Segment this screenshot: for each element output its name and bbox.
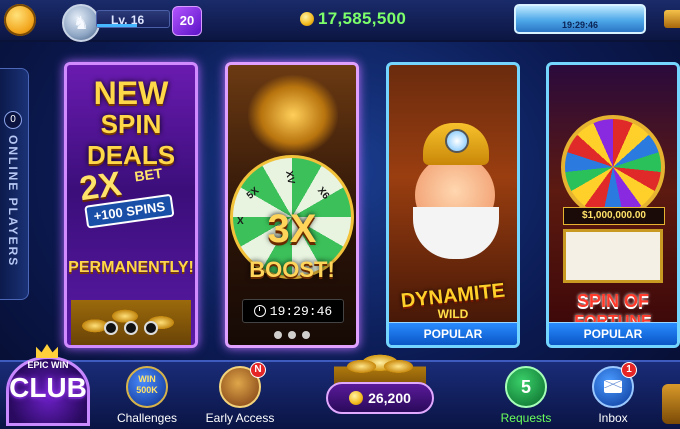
envelope-icon [604,380,622,393]
requests-icon: 5 [505,366,547,408]
online-players-tab[interactable]: 0 ONLINE PLAYERS [0,68,29,300]
online-players-label: ONLINE PLAYERS [6,135,20,268]
tile-dynamite-wild[interactable]: DYNAMITE WILD POPULAR [386,62,520,348]
challenges-button[interactable]: WIN 500K Challenges [107,366,187,426]
carousel-dots [228,331,356,339]
early-access-label: Early Access [205,411,275,425]
carousel-dots [67,321,195,335]
jackpot-amount: $1,000,000.00 [563,207,665,225]
game-logo-sub: WILD [437,307,469,321]
wheel-label: 5X [244,185,262,202]
collect-amount: 26,200 [368,390,411,406]
tile-spin-deals[interactable]: NEW SPIN DEALS 2X BET +100 SPINS PERMANE… [64,62,198,348]
crown-icon [36,344,58,358]
more-menu-tab[interactable] [662,384,680,424]
carousel-dot[interactable] [302,331,310,339]
online-count: 0 [4,111,22,129]
boost-timer: 19:29:46 [242,299,344,323]
golden-statue-icon [248,75,338,155]
level-indicator[interactable]: Lv. 16 [96,10,170,28]
bonus-timer-button[interactable]: 19:29:46 [514,4,646,34]
gold-coins-pile-icon [71,281,191,345]
challenges-icon-text: WIN 500K [136,374,158,395]
gem-counter[interactable]: 20 [172,6,202,36]
carousel-dot[interactable] [144,321,158,335]
tile-boost[interactable]: 5X XV X6 X 3X BOOST! 19:29:46 [225,62,359,348]
game-title-line1: SPIN OF [576,291,649,311]
inbox-badge: 1 [621,362,637,378]
early-access-button[interactable]: N Early Access [200,362,280,426]
boost-timer-text: 19:29:46 [269,303,333,319]
requests-label: Requests [500,411,552,425]
coin-icon [349,391,364,405]
challenges-label: Challenges [116,411,178,425]
bet-word: BET [133,164,164,185]
epic-win-club-button[interactable]: EPIC WIN CLUB [0,344,96,427]
player-avatar[interactable]: ♞ [62,4,100,42]
coin-icon [300,12,314,26]
tile-title-line1: NEW [93,75,169,111]
bonus-timer-text: 19:29:46 [561,20,599,30]
carousel-dot[interactable] [104,321,118,335]
boost-multiplier: 3X [267,207,317,251]
miner-beard-icon [413,207,499,259]
boost-label: BOOST! [249,257,335,282]
wheel-label: XV [283,169,297,186]
inbox-label: Inbox [598,411,628,425]
fortune-wheel-icon [561,115,665,219]
carousel-dot[interactable] [124,321,138,335]
clock-icon [253,305,266,317]
inbox-button[interactable]: 1 Inbox [573,362,653,426]
balance-amount: 17,585,500 [318,9,407,28]
tile-spin-of-fortune[interactable]: $1,000,000.00 SPIN OF FORTUNE POPULAR [546,62,680,348]
slot-reels-icon [563,229,663,283]
tile-footer: PERMANENTLY! [68,259,194,276]
treasure-chest-icon[interactable] [664,10,680,28]
new-badge: N [250,362,266,378]
wheel-label: X6 [314,185,332,202]
level-progress-bar [97,24,137,27]
club-top-label: EPIC WIN [27,360,69,370]
menu-coin-icon[interactable] [4,4,36,36]
carousel-dot[interactable] [274,331,282,339]
popular-badge: POPULAR [549,322,677,345]
collect-bonus-button[interactable]: 26,200 [326,382,434,414]
requests-button[interactable]: 5 Requests [486,366,566,426]
top-bar: ♞ Lv. 16 20 17,585,500 19:29:46 [0,0,680,42]
popular-badge: POPULAR [389,322,517,345]
coin-balance[interactable]: 17,585,500 [300,6,430,32]
miner-lamp-icon [445,129,469,153]
carousel-dot[interactable] [288,331,296,339]
club-label: CLUB [9,372,87,403]
challenges-icon: WIN 500K [126,366,168,408]
